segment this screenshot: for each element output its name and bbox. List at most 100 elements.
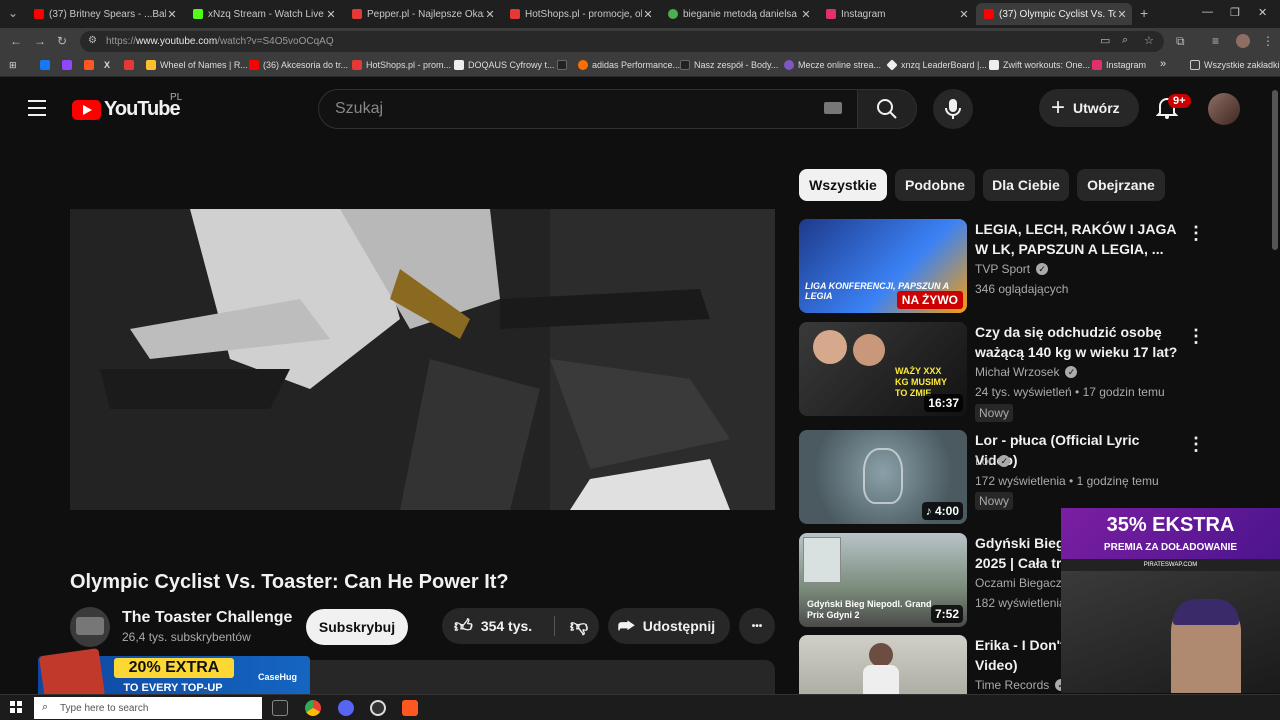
browser-tab[interactable]: Pepper.pl - Najlepsze Okazje, Promocje ✕ [344,3,500,25]
bookmark-item[interactable] [84,60,98,70]
bookmark-item[interactable]: Mecze online strea... [784,60,881,70]
video-thumbnail[interactable] [799,635,967,695]
browser-tab-active[interactable]: (37) Olympic Cyclist Vs. Toaster ✕ [976,3,1132,25]
route-map-graphic [803,537,841,583]
recommendation-channel[interactable]: Time Records✓ [975,678,1068,692]
overlay-ad-pirateswap: 35% EKSTRA PREMIA ZA DOŁADOWANIE PIRATES… [1061,508,1280,571]
browser-tab[interactable]: (37) Britney Spears - ...Baby One More T… [26,3,182,25]
video-thumbnail[interactable]: LIGA KONFERENCJI, PAPSZUN A LEGIA NA ŻYW… [799,219,967,313]
all-bookmarks-button[interactable]: Wszystkie zakładki [1190,60,1280,70]
chrome-icon[interactable] [305,700,321,716]
account-avatar[interactable] [1208,93,1240,125]
obs-icon[interactable] [370,700,386,716]
video-player[interactable] [70,209,775,510]
keyboard-icon[interactable] [824,102,842,114]
taskbar-search-input[interactable]: ⌕ Type here to search [34,697,262,719]
cast-icon[interactable]: ▭ [1100,34,1110,47]
close-tab-icon[interactable]: ✕ [484,8,496,21]
address-bar[interactable]: ⚙ https://www.youtube.com/watch?v=S4O5vo… [80,31,1164,52]
recommendation-channel[interactable]: Oczami Biegacza [975,576,1068,590]
search-button[interactable] [857,89,917,129]
browser-menu-icon[interactable]: ⋮ [1262,34,1274,48]
video-frame-image [70,209,775,510]
site-info-icon[interactable]: ⚙ [88,35,97,46]
recommendation-item[interactable]: LIGA KONFERENCJI, PAPSZUN A LEGIA NA ŻYW… [799,219,1219,315]
tab-search-icon[interactable]: ⌄ [8,6,18,20]
bookmark-item[interactable]: Wheel of Names | R... [146,60,248,70]
close-tab-icon[interactable]: ✕ [958,8,970,21]
chip-for-you[interactable]: Dla Ciebie [983,169,1069,201]
channel-avatar[interactable] [70,607,110,647]
dislike-button[interactable]: 👎︎ [560,608,598,644]
recommendation-channel[interactable]: Lor ✓ [975,454,1011,468]
bookmark-facebook[interactable] [40,60,54,70]
video-thumbnail[interactable]: ♪ 4:00 [799,430,967,524]
chip-related[interactable]: Podobne [895,169,975,201]
browser-tab[interactable]: HotShops.pl - promocje, okazje ✕ [502,3,658,25]
app-icon[interactable] [402,700,418,716]
adidas-icon [578,60,588,70]
chip-all[interactable]: Wszystkie [799,169,887,201]
browser-tab[interactable]: xNzq Stream - Watch Live on Kick ✕ [185,3,341,25]
new-tab-button[interactable]: + [1140,5,1148,21]
channel-name[interactable]: The Toaster Challenge [122,609,292,627]
more-actions-button[interactable]: ••• [739,608,775,644]
browser-tab[interactable]: bieganie metodą danielsa - Szukaj ✕ [660,3,816,25]
more-options-icon[interactable]: ⋮ [1187,223,1205,244]
webcam-beanie [1173,599,1239,625]
recommendation-channel[interactable]: TVP Sport ✓ [975,262,1049,276]
restore-icon[interactable]: ❐ [1230,6,1240,19]
video-thumbnail[interactable]: WAŻY XXX KG MUSIMY TO ZMIE 16:37 [799,322,967,416]
bookmark-item[interactable]: (36) Akcesoria do tr... [249,60,348,70]
page-scrollbar[interactable] [1272,90,1278,250]
create-button[interactable]: + Utwórz [1039,89,1139,127]
close-tab-icon[interactable]: ✕ [800,8,812,21]
forward-icon[interactable]: → [34,34,46,48]
bookmarks-overflow-button[interactable]: » [1160,58,1166,70]
hamburger-menu-icon[interactable] [28,100,46,116]
video-thumbnail[interactable]: Gdyński Bieg Niepodl. Grand Prix Gdyni 2… [799,533,967,627]
recommendation-title[interactable]: Czy da się odchudzić osobę ważącą 140 kg… [975,322,1185,362]
discord-icon[interactable] [338,700,354,716]
reload-icon[interactable]: ↻ [57,34,67,48]
close-tab-icon[interactable]: ✕ [1116,8,1128,21]
close-tab-icon[interactable]: ✕ [166,8,178,21]
recommendation-title[interactable]: LEGIA, LECH, RAKÓW I JAGA W LK, PAPSZUN … [975,219,1185,259]
zoom-icon[interactable]: ⌕ [1122,34,1128,47]
bookmark-item[interactable]: DOQAUS Cyfrowy t... [454,60,555,70]
bookmark-item[interactable]: Zwift workouts: One... [989,60,1090,70]
terminal-icon[interactable] [272,700,288,716]
bookmark-twitch[interactable] [62,60,76,70]
windows-start-icon[interactable] [10,701,22,713]
bookmark-star-icon[interactable]: ☆ [1144,34,1154,47]
bookmark-item[interactable]: Instagram [1092,60,1146,70]
close-tab-icon[interactable]: ✕ [642,8,654,21]
browser-tab[interactable]: Instagram ✕ [818,3,974,25]
bookmark-item[interactable]: Nasz zespół - Body... [680,60,778,70]
share-button[interactable]: ⮫ Udostępnij [608,608,730,644]
extensions-icon[interactable]: ⧉ [1176,34,1185,49]
like-button[interactable]: 👍︎ 354 tys. [442,608,554,644]
chip-watched[interactable]: Obejrzane [1077,169,1165,201]
close-tab-icon[interactable]: ✕ [325,8,337,21]
window-close-icon[interactable]: ✕ [1258,6,1267,19]
bookmark-item[interactable] [124,60,138,70]
bookmark-item[interactable] [557,60,571,70]
back-icon[interactable]: ← [10,34,22,48]
bookmark-x[interactable]: X [104,60,110,70]
search-input[interactable]: Szukaj [318,89,858,129]
bookmark-item[interactable]: xnzq LeaderBoard |... [886,59,987,71]
bookmark-item[interactable]: adidas Performance... [578,60,680,70]
profile-avatar[interactable] [1236,34,1250,48]
bookmark-item[interactable]: HotShops.pl - prom... [352,60,451,70]
more-options-icon[interactable]: ⋮ [1187,326,1205,347]
subscribe-button[interactable]: Subskrybuj [306,609,408,645]
more-options-icon[interactable]: ⋮ [1187,434,1205,455]
youtube-logo[interactable]: YouTube [72,98,181,121]
recommendation-item[interactable]: WAŻY XXX KG MUSIMY TO ZMIE 16:37 Czy da … [799,322,1219,422]
recommendation-channel[interactable]: Michał Wrzosek ✓ [975,365,1078,379]
voice-search-button[interactable] [933,89,973,129]
minimize-icon[interactable]: — [1202,6,1213,18]
apps-grid-icon[interactable]: ⊞ [9,60,17,71]
reading-list-icon[interactable]: ≡ [1212,34,1219,48]
